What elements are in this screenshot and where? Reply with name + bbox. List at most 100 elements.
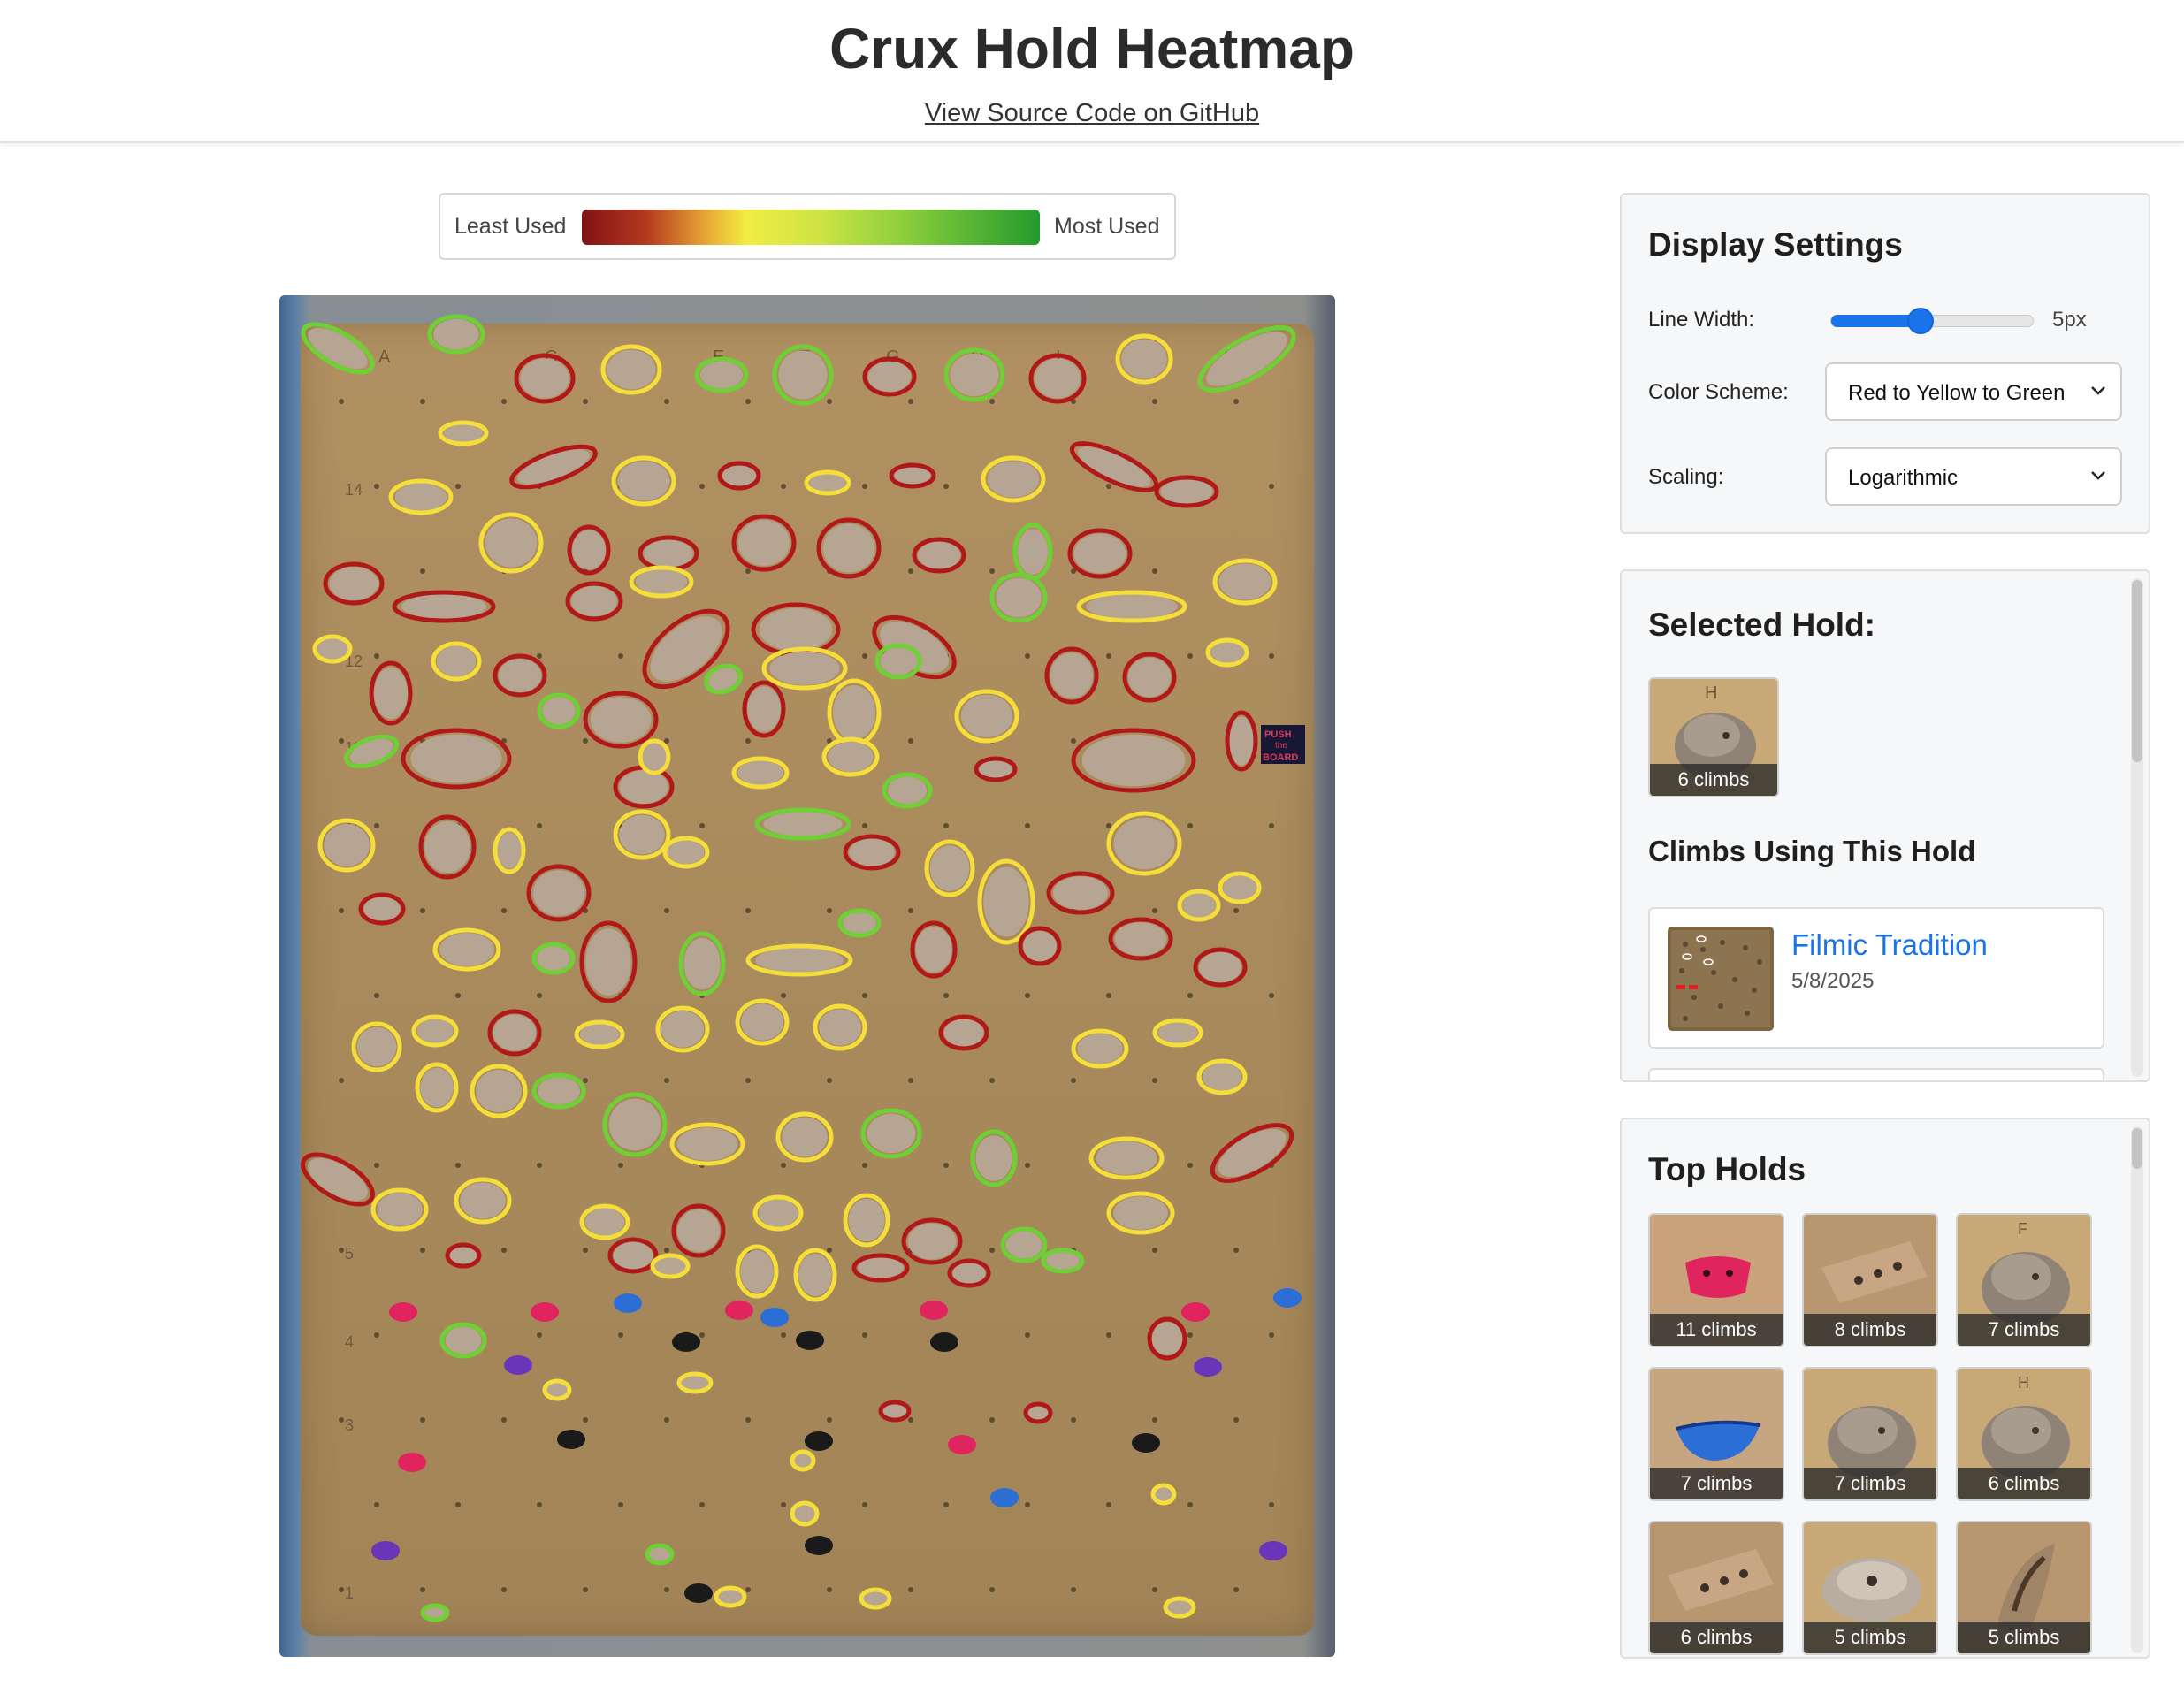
bolt-hole	[420, 1587, 425, 1592]
plastic-hold[interactable]	[805, 1431, 833, 1451]
hold-body	[915, 927, 952, 973]
hold-body	[374, 667, 408, 720]
bolt-hole	[420, 568, 425, 574]
bolt-hole	[583, 399, 588, 404]
scrollbar-thumb[interactable]	[2132, 580, 2142, 762]
heatmap-legend: Least Used Most Used	[439, 193, 1176, 260]
plastic-hold[interactable]	[504, 1355, 532, 1375]
holds-layer[interactable]	[295, 314, 1302, 1622]
line-width-slider[interactable]	[1830, 308, 2034, 334]
bolt-hole	[537, 653, 542, 659]
plastic-hold[interactable]	[930, 1332, 958, 1352]
bolt-hole	[699, 1332, 705, 1338]
top-hold-card[interactable]: H 6 climbs	[1956, 1367, 2092, 1501]
bolt-hole	[908, 1587, 913, 1592]
bolt-hole	[374, 1163, 379, 1168]
bolt-hole	[618, 1502, 623, 1507]
hold-body	[460, 1182, 506, 1219]
hold-body	[828, 741, 874, 773]
hold-body	[424, 820, 470, 874]
plastic-hold[interactable]	[725, 1301, 753, 1320]
bolt-hole	[501, 1417, 507, 1423]
climbing-board: A C D E F G H I K 14 12 11 10 5 4 3 1 PU…	[279, 295, 1335, 1657]
plastic-hold[interactable]	[1181, 1302, 1210, 1322]
plastic-hold[interactable]	[672, 1332, 700, 1352]
hold-body	[498, 659, 542, 692]
bolt-hole	[618, 1163, 623, 1168]
hold-body	[1114, 922, 1167, 956]
hold-body	[619, 814, 665, 855]
hold-body	[572, 530, 606, 570]
plastic-hold[interactable]	[1259, 1541, 1287, 1560]
bolt-hole	[537, 1163, 542, 1168]
bolt-hole	[943, 484, 949, 489]
hold-body	[887, 776, 928, 805]
plastic-hold[interactable]	[805, 1536, 833, 1555]
plastic-hold[interactable]	[614, 1293, 642, 1313]
top-hold-card[interactable]: 11 climbs	[1648, 1213, 1784, 1347]
bolt-hole	[1269, 653, 1274, 659]
top-hold-card[interactable]: 8 climbs	[1802, 1213, 1938, 1347]
bolt-hole	[827, 1587, 832, 1592]
bolt-hole	[583, 1417, 588, 1423]
plastic-hold[interactable]	[531, 1302, 559, 1322]
plastic-hold[interactable]	[1194, 1357, 1222, 1377]
plastic-hold[interactable]	[948, 1435, 976, 1454]
hold-overlay[interactable]: A C D E F G H I K 14 12 11 10 5 4 3 1 PU…	[279, 295, 1335, 1657]
top-hold-card[interactable]: F 7 climbs	[1956, 1213, 2092, 1347]
color-scheme-select[interactable]: Red to Yellow to Green	[1825, 362, 2122, 421]
bolt-hole	[989, 399, 995, 404]
bolt-hole	[862, 823, 867, 828]
line-width-slider-thumb[interactable]	[1907, 308, 1935, 334]
plastic-hold[interactable]	[684, 1583, 713, 1603]
plastic-hold[interactable]	[389, 1302, 417, 1322]
climb-card[interactable]: Filmic Tradition 5/8/2025	[1648, 907, 2104, 1049]
selected-hold-scrollbar[interactable]	[2131, 578, 2143, 1077]
bolt-hole	[1187, 823, 1193, 828]
github-link[interactable]: View Source Code on GitHub	[925, 99, 1259, 127]
selected-hold-thumbnail[interactable]: H 6 climbs	[1648, 677, 1779, 797]
top-hold-card[interactable]: 6 climbs	[1648, 1521, 1784, 1655]
bolt-hole	[455, 484, 461, 489]
top-hold-card[interactable]: 7 climbs	[1802, 1367, 1938, 1501]
bolt-hole	[1269, 484, 1274, 489]
plastic-hold[interactable]	[398, 1453, 426, 1472]
top-hold-count: 6 climbs	[1650, 1622, 1783, 1653]
hold-body	[439, 933, 494, 966]
climb-card-partial[interactable]	[1648, 1068, 2104, 1080]
climbs-using-hold-heading: Climbs Using This Hold	[1648, 835, 1976, 867]
bolt-hole	[908, 908, 913, 913]
scrollbar-thumb[interactable]	[2132, 1128, 2142, 1169]
hold-body	[1053, 876, 1108, 910]
top-holds-scrollbar[interactable]	[2131, 1126, 2143, 1653]
hold-body	[579, 1023, 620, 1046]
plastic-hold[interactable]	[796, 1331, 824, 1350]
hold-body	[1202, 1063, 1242, 1091]
plastic-hold[interactable]	[371, 1541, 400, 1560]
climb-name-link[interactable]: Filmic Tradition	[1791, 928, 1988, 962]
bolt-hole	[1152, 1078, 1157, 1083]
bolt-hole	[618, 653, 623, 659]
scaling-select[interactable]: Logarithmic	[1825, 447, 2122, 506]
hold-body	[737, 520, 790, 566]
top-hold-card[interactable]: 7 climbs	[1648, 1367, 1784, 1501]
bolt-hole	[374, 1332, 379, 1338]
plastic-hold[interactable]	[760, 1308, 789, 1327]
bolt-hole	[1025, 1332, 1030, 1338]
bolt-hole	[943, 993, 949, 998]
plastic-hold[interactable]	[990, 1488, 1019, 1507]
hold-body	[537, 1077, 581, 1105]
plastic-hold[interactable]	[1132, 1433, 1160, 1453]
bolt-hole	[664, 1417, 669, 1423]
top-hold-card[interactable]: 5 climbs	[1956, 1521, 2092, 1655]
top-hold-card[interactable]: 5 climbs	[1802, 1521, 1938, 1655]
bolt-hole	[664, 738, 669, 744]
plastic-hold[interactable]	[557, 1430, 585, 1449]
page-header: Crux Hold Heatmap View Source Code on Gi…	[0, 0, 2184, 143]
plastic-hold[interactable]	[920, 1301, 948, 1320]
row-number: 4	[345, 1333, 354, 1351]
hold-body	[740, 1249, 774, 1293]
bolt-hole	[1025, 1163, 1030, 1168]
plastic-hold[interactable]	[1273, 1288, 1302, 1308]
hold-body	[737, 760, 783, 785]
